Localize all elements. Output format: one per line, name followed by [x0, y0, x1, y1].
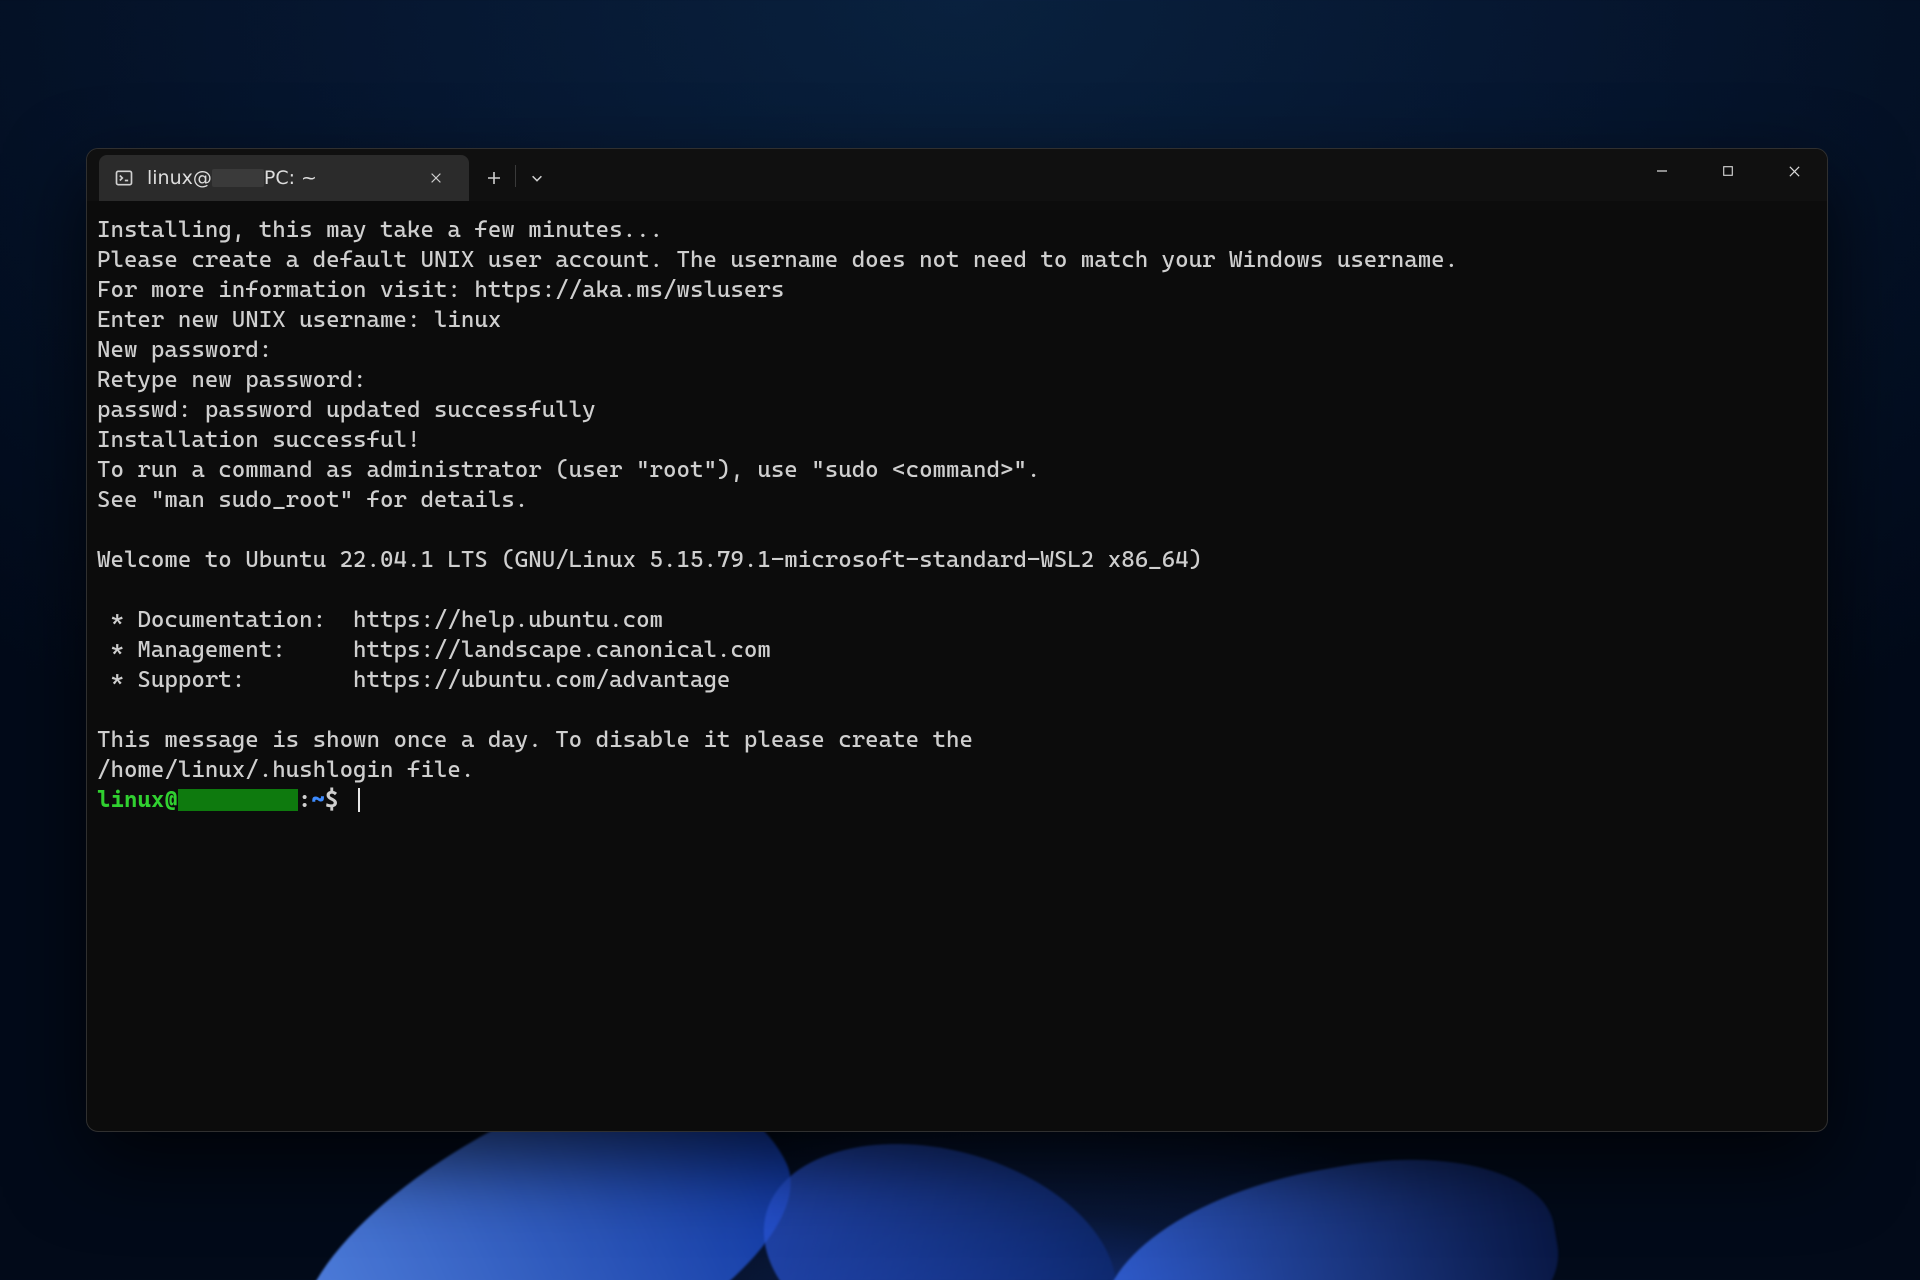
terminal-line: To run a command as administrator (user … [97, 457, 1040, 483]
prompt-user: linux@ [97, 787, 178, 813]
tab-title-path: PC: ~ [264, 167, 317, 189]
tab-active[interactable]: linux@ PC: ~ [99, 155, 469, 201]
terminal-window: linux@PC: ~ Installing, this may take a [86, 148, 1828, 1132]
tab-close-button[interactable] [421, 163, 451, 193]
terminal-line: Enter new UNIX username: linux [97, 307, 501, 333]
minimize-button[interactable] [1629, 149, 1695, 193]
terminal-line: passwd: password updated successfully [97, 397, 596, 423]
terminal-line: New password: [97, 337, 272, 363]
close-button[interactable] [1761, 149, 1827, 193]
terminal-line: * Support: https://ubuntu.com/advantage [97, 667, 730, 693]
prompt-path: ~ [311, 787, 324, 813]
terminal-line: This message is shown once a day. To dis… [97, 727, 973, 753]
terminal-line: Installing, this may take a few minutes.… [97, 217, 663, 243]
prompt-symbol: $ [325, 787, 338, 813]
prompt-redacted-host [178, 789, 298, 811]
maximize-button[interactable] [1695, 149, 1761, 193]
tab-title-user: linux@ [147, 167, 212, 189]
tab-title-redacted-host [212, 169, 264, 187]
terminal-line: /home/linux/.hushlogin file. [97, 757, 474, 783]
tab-dropdown-button[interactable] [522, 163, 552, 193]
tab-separator [515, 165, 516, 187]
terminal-line: * Management: https://landscape.canonica… [97, 637, 771, 663]
terminal-line: Retype new password: [97, 367, 367, 393]
terminal-line: For more information visit: https://aka.… [97, 277, 784, 303]
terminal-line: Welcome to Ubuntu 22.04.1 LTS (GNU/Linux… [97, 547, 1202, 573]
window-controls [1629, 149, 1827, 193]
terminal-line: See "man sudo_root" for details. [97, 487, 528, 513]
tab-title: linux@ PC: ~ [147, 167, 409, 189]
terminal-icon [113, 167, 135, 189]
terminal-line: * Documentation: https://help.ubuntu.com [97, 607, 663, 633]
titlebar: linux@ PC: ~ [87, 149, 1827, 201]
terminal-line: Installation successful! [97, 427, 420, 453]
new-tab-button[interactable] [479, 163, 509, 193]
cursor [358, 788, 360, 812]
terminal-output[interactable]: Installing, this may take a few minutes.… [87, 201, 1827, 1131]
prompt-sep: : [298, 787, 311, 813]
terminal-line: Please create a default UNIX user accoun… [97, 247, 1458, 273]
